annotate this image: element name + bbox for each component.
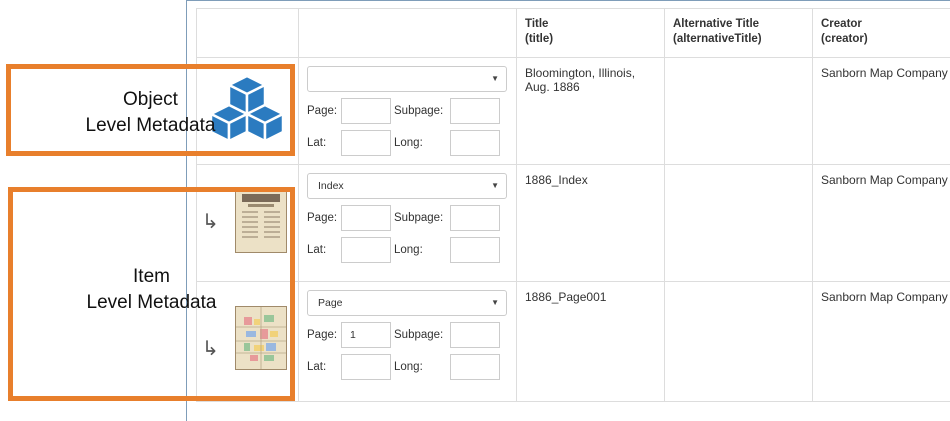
lat-input[interactable] <box>341 237 391 263</box>
chevron-down-icon: ▼ <box>491 74 499 83</box>
object-callout-line1: Object <box>123 89 178 110</box>
alternative-title-cell[interactable] <box>664 57 813 165</box>
metadata-table: Title (title) Alternative Title (alternati… <box>196 8 950 402</box>
object-controls-cell: ▼ Page: Subpage: Lat: Long: <box>298 57 517 165</box>
table-row-item: ↳ Index ▼ Page: Subpage: Lat: Long: 1886… <box>196 164 950 282</box>
chevron-down-icon: ▼ <box>491 298 499 307</box>
lat-input[interactable] <box>341 130 391 156</box>
page-input[interactable] <box>341 205 391 231</box>
subpage-input[interactable] <box>450 205 500 231</box>
subpage-input[interactable] <box>450 98 500 124</box>
title-cell[interactable]: 1886_Index <box>516 164 665 282</box>
page-input[interactable] <box>341 98 391 124</box>
long-input[interactable] <box>450 130 500 156</box>
title-cell[interactable]: Bloomington, Illinois, Aug. 1886 <box>516 57 665 165</box>
item-level-callout: Item Level Metadata <box>8 187 295 401</box>
alternative-title-cell[interactable] <box>664 281 813 402</box>
lat-input[interactable] <box>341 354 391 380</box>
table-row-item: ↳ Page ▼ Page: 1 Subpage: Lat: Long: 188… <box>196 281 950 402</box>
creator-cell[interactable]: Sanborn Map Company <box>812 281 950 402</box>
table-row-object: ▼ Page: Subpage: Lat: Long: Bloomington, I… <box>196 57 950 165</box>
creator-cell[interactable]: Sanborn Map Company <box>812 164 950 282</box>
item-callout-line1: Item <box>133 266 170 287</box>
chevron-down-icon: ▼ <box>491 181 499 190</box>
header-controls <box>298 8 517 58</box>
type-select[interactable]: ▼ <box>307 66 507 92</box>
type-select[interactable]: Index ▼ <box>307 173 507 199</box>
header-creator[interactable]: Creator (creator) <box>812 8 950 58</box>
page-input[interactable]: 1 <box>341 322 391 348</box>
object-level-callout: Object Level Metadata <box>6 64 295 156</box>
type-select[interactable]: Page ▼ <box>307 290 507 316</box>
header-alternative-title[interactable]: Alternative Title (alternativeTitle) <box>664 8 813 58</box>
item-callout-line2: Level Metadata <box>86 292 217 313</box>
alternative-title-cell[interactable] <box>664 164 813 282</box>
object-callout-line2: Level Metadata <box>85 115 216 136</box>
creator-cell[interactable]: Sanborn Map Company <box>812 57 950 165</box>
subpage-input[interactable] <box>450 322 500 348</box>
header-row: Title (title) Alternative Title (alternati… <box>196 8 950 58</box>
title-cell[interactable]: 1886_Page001 <box>516 281 665 402</box>
item-controls-cell: Index ▼ Page: Subpage: Lat: Long: <box>298 164 517 282</box>
header-title[interactable]: Title (title) <box>516 8 665 58</box>
long-input[interactable] <box>450 354 500 380</box>
item-controls-cell: Page ▼ Page: 1 Subpage: Lat: Long: <box>298 281 517 402</box>
long-input[interactable] <box>450 237 500 263</box>
header-thumb <box>196 8 299 58</box>
